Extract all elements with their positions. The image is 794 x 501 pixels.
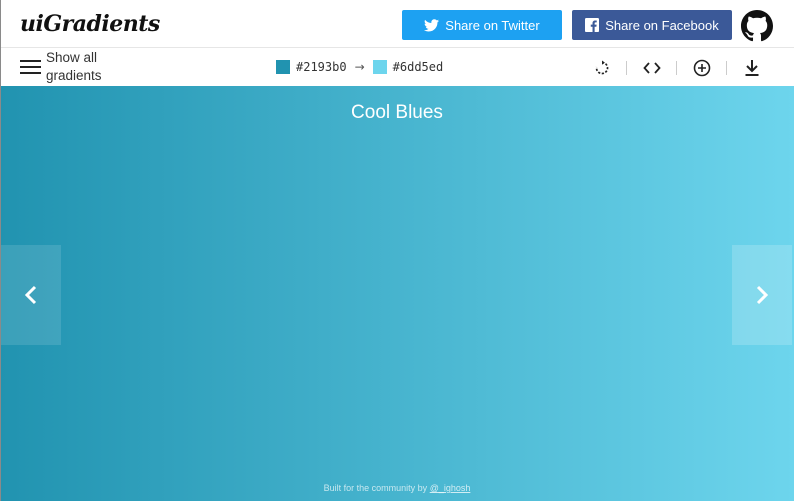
next-gradient-button[interactable] [732,245,792,345]
code-icon [643,62,661,74]
gradient-name: Cool Blues [351,102,443,123]
rotate-icon [595,60,609,75]
footer-text: Built for the community by [323,483,430,493]
add-gradient-button[interactable] [691,57,713,79]
add-icon [693,59,711,77]
download-button[interactable] [741,57,763,79]
color-swatch-end[interactable] [372,60,387,74]
previous-gradient-button[interactable] [1,245,61,345]
color-start-code[interactable]: #2193b0 [296,60,347,74]
rotate-gradient-button[interactable] [591,57,613,79]
show-all-gradients-label: Show all gradients [46,50,102,83]
chevron-right-icon [756,285,769,305]
color-swatch-start[interactable] [276,60,290,74]
author-link[interactable]: @_ighosh [430,483,471,493]
facebook-icon [585,18,600,32]
chevron-left-icon [24,285,37,305]
toolbar-divider [676,61,677,75]
arrow-icon: → [354,60,365,74]
github-icon [741,10,773,42]
gradient-preview: Cool Blues Built for the community by @_… [0,86,794,501]
share-twitter-button[interactable]: Share on Twitter [402,10,562,40]
show-all-gradients-button[interactable]: Show all gradients [20,50,116,84]
share-facebook-button[interactable]: Share on Facebook [572,10,732,40]
toolbar-divider [726,61,727,75]
toolbar: Show all gradients #2193b0 → #6dd5ed [0,48,794,86]
toolbar-divider [626,61,627,75]
download-icon [745,60,759,76]
twitter-icon [424,18,440,31]
logo[interactable]: uiGradients [20,6,160,42]
get-css-button[interactable] [641,57,663,79]
github-link[interactable] [741,10,773,42]
hamburger-icon [20,60,41,74]
window-frame-left [0,0,1,501]
color-codes: #2193b0 → #6dd5ed [276,59,443,75]
footer-credit: Built for the community by @_ighosh [0,483,794,493]
top-header: uiGradients Share on Twitter Share on Fa… [0,0,794,48]
share-twitter-label: Share on Twitter [445,17,540,33]
color-end-code[interactable]: #6dd5ed [393,60,444,74]
share-facebook-label: Share on Facebook [605,17,719,33]
